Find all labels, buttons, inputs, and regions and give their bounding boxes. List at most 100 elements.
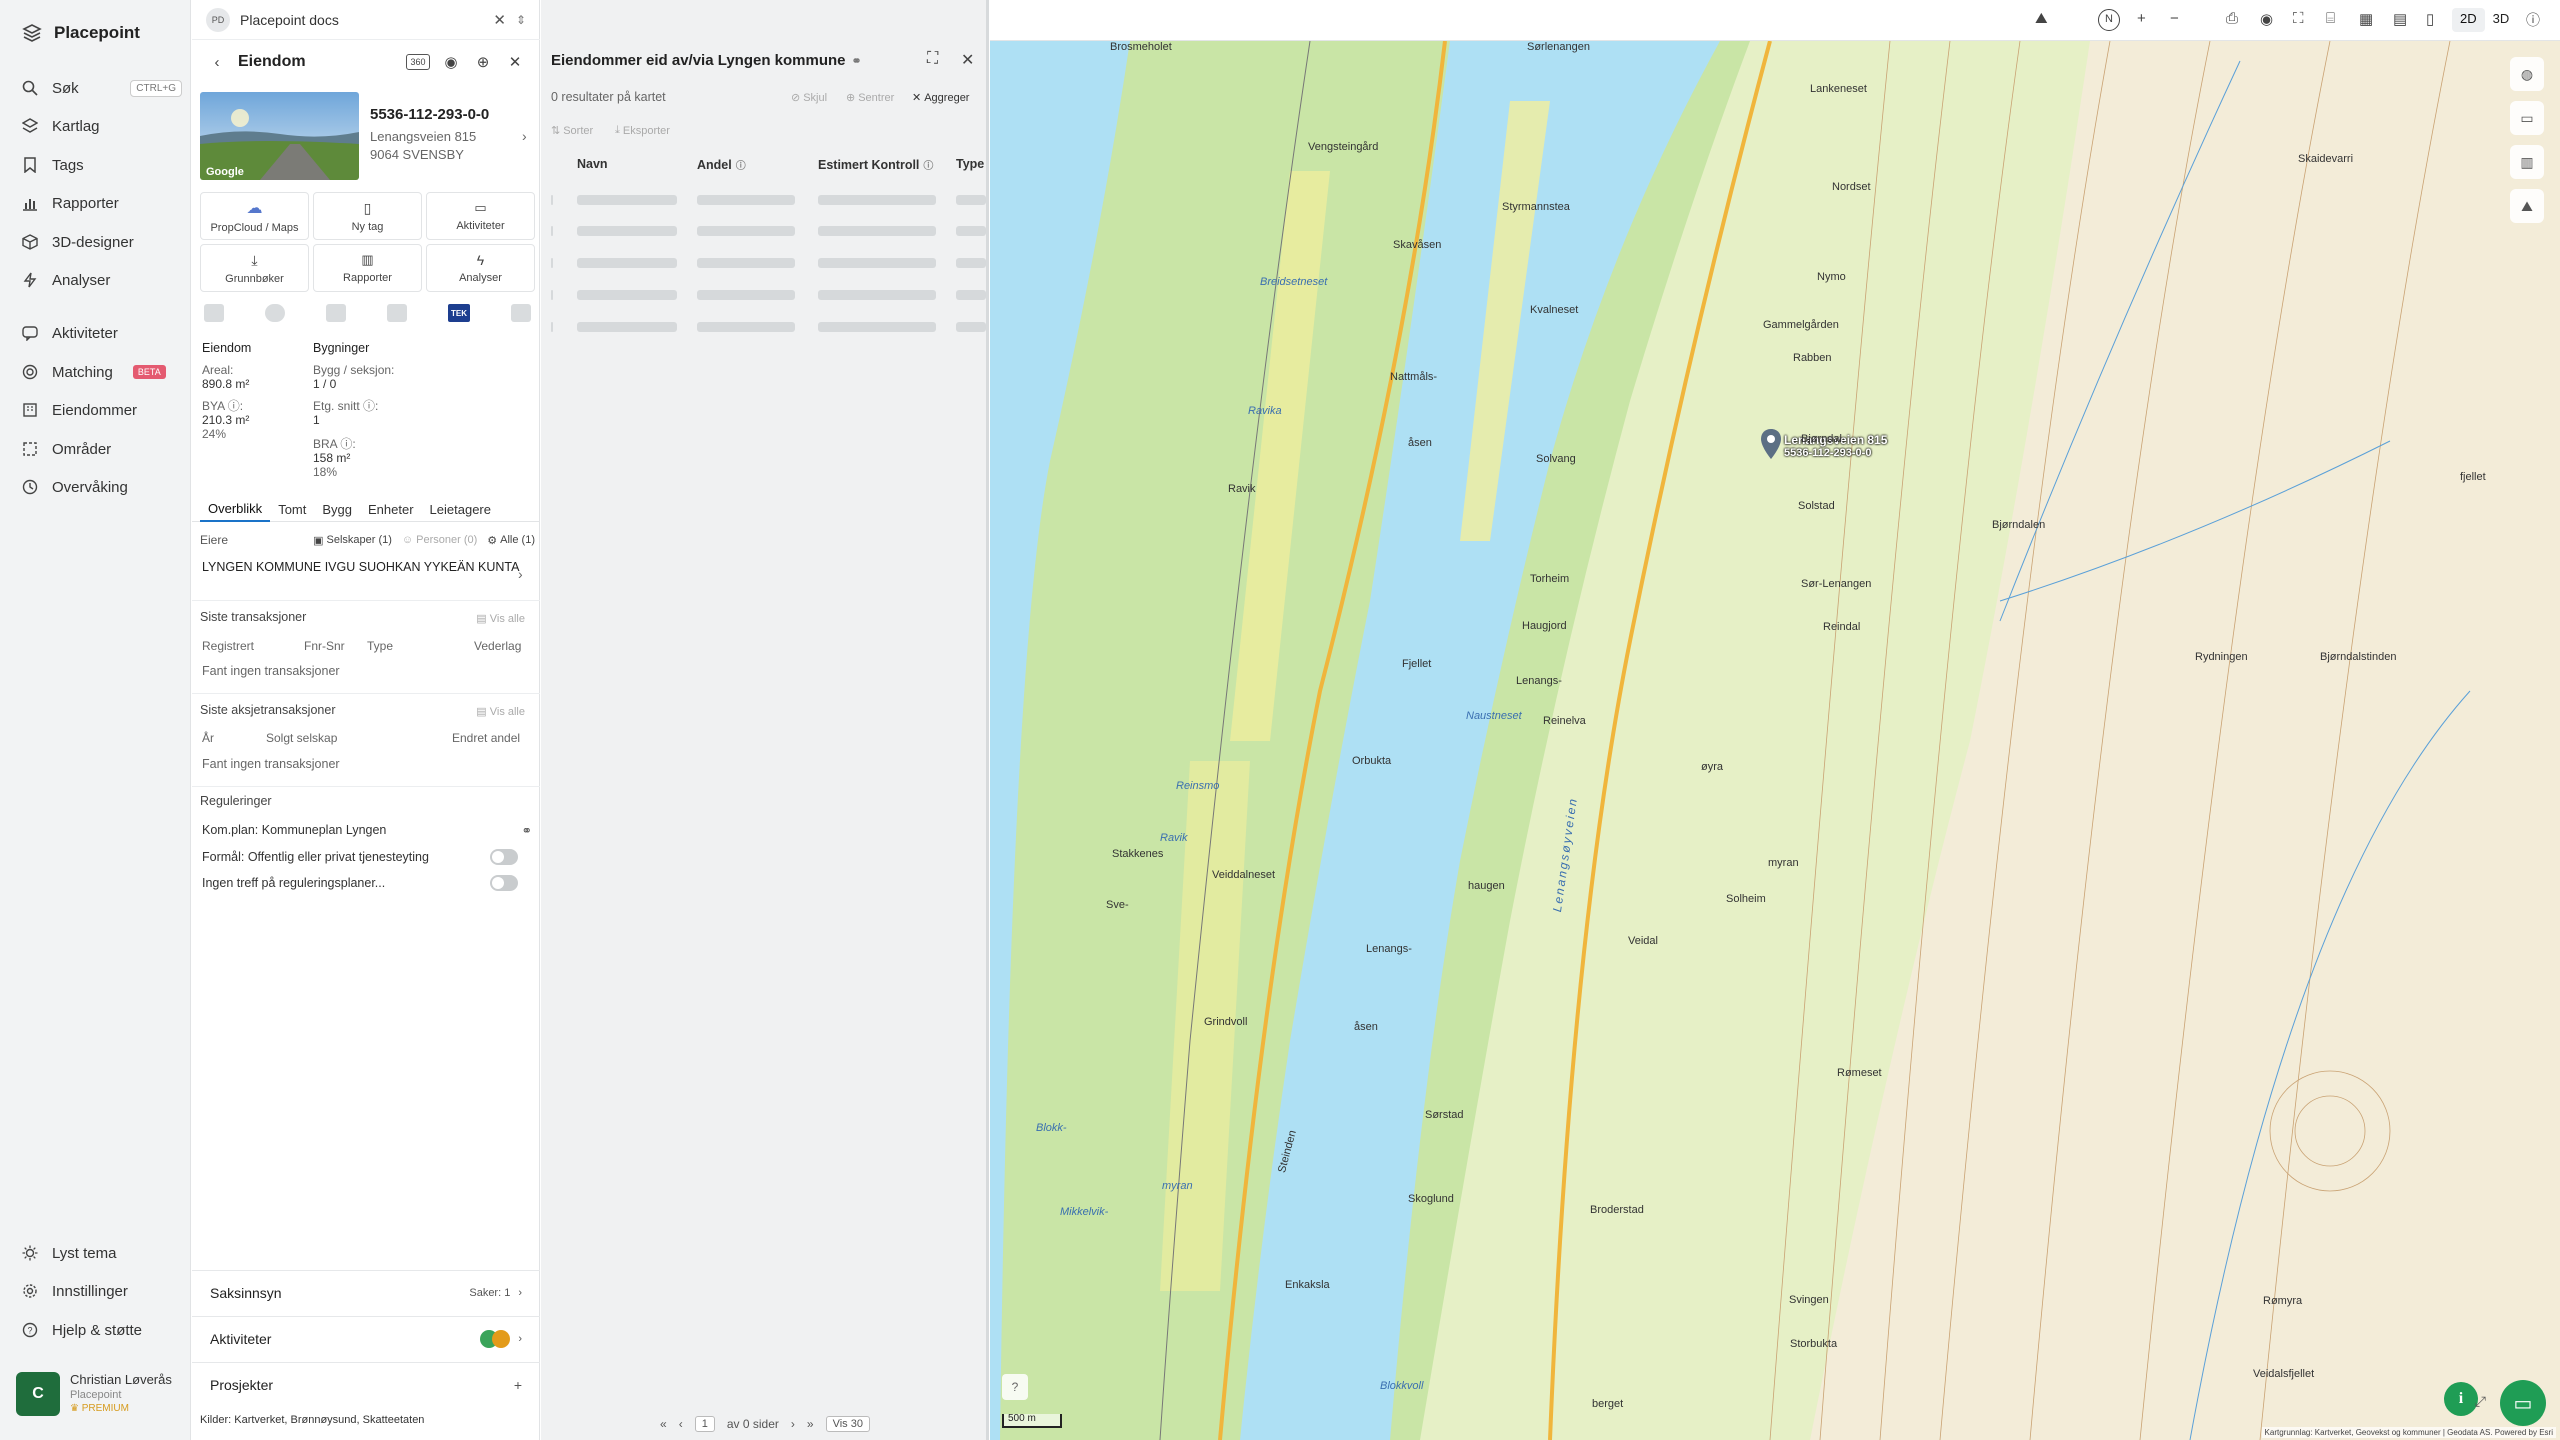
chart-button[interactable]: ▥ — [2510, 145, 2544, 179]
help-button[interactable]: ? — [1002, 1374, 1028, 1400]
eye-icon[interactable]: ◉ — [440, 51, 462, 73]
close-icon[interactable]: ✕ — [961, 50, 974, 70]
regulation-row[interactable]: Kom.plan: Kommuneplan Lyngen ⚭ — [202, 820, 532, 840]
expand-icon[interactable]: ⤢ — [2475, 1393, 2486, 1410]
per-page-select[interactable]: Vis 30 — [825, 1416, 870, 1432]
close-icon[interactable]: ✕ — [493, 11, 506, 29]
tab-enheter[interactable]: Enheter — [360, 496, 422, 522]
nav-kartlag[interactable]: Kartlag — [22, 112, 182, 140]
close-icon[interactable]: ✕ — [504, 51, 526, 73]
info-button[interactable]: i — [2444, 1382, 2478, 1416]
propcloud-button[interactable]: ☁ PropCloud / Maps — [200, 192, 309, 240]
stairs-icon[interactable] — [387, 304, 407, 322]
tree-icon[interactable] — [326, 304, 346, 322]
prev-page-icon[interactable]: ‹ — [679, 1417, 683, 1431]
drone-icon[interactable]: ⛰ — [2035, 10, 2048, 27]
link-icon[interactable]: ⚭ — [522, 823, 532, 838]
source-bronnoysund[interactable]: Brønnøysund, — [291, 1414, 360, 1426]
back-icon[interactable]: ‹ — [206, 51, 228, 73]
aktiviteter-section[interactable]: Aktiviteter › — [192, 1316, 540, 1360]
add-icon[interactable]: ⊕ — [472, 51, 494, 73]
chip-companies[interactable]: ▣ Selskaper (1) — [313, 534, 392, 547]
grunnboker-button[interactable]: ⤓ Grunnbøker — [200, 244, 309, 292]
prosjekter-section[interactable]: Prosjekter + — [192, 1362, 540, 1406]
map-canvas[interactable]: Lenangsveien 815 5536-112-293-0-0 Sørlen… — [990, 41, 2560, 1440]
source-skatteetaten[interactable]: Skatteetaten — [363, 1414, 425, 1426]
analyses-button[interactable]: ϟ Analyser — [426, 244, 535, 292]
col-andel[interactable]: Andel ⓘ — [697, 157, 746, 173]
street-view-photo[interactable]: Google — [200, 92, 359, 180]
print-icon[interactable]: ⎙ — [2226, 10, 2238, 27]
col-type[interactable]: Type — [956, 157, 984, 171]
new-tag-button[interactable]: ▯ Ny tag — [313, 192, 422, 240]
saksinnsyn-section[interactable]: Saksinnsyn Saker: 1 › — [192, 1270, 540, 1314]
nav-omrader[interactable]: Områder — [22, 435, 182, 463]
hide-button[interactable]: ⊘ Skjul — [791, 91, 827, 105]
tab-leietagere[interactable]: Leietagere — [422, 496, 499, 522]
info-icon[interactable]: ⓘ — [923, 157, 933, 172]
plus-icon[interactable]: + — [514, 1377, 522, 1393]
measure-button[interactable]: ▭ — [2510, 101, 2544, 135]
fullscreen-icon[interactable]: ⛶ — [2293, 10, 2304, 27]
col-estimert-kontroll[interactable]: Estimert Kontroll ⓘ — [818, 157, 933, 173]
next-page-icon[interactable]: › — [791, 1417, 795, 1431]
north-compass[interactable]: N — [2098, 9, 2120, 31]
nav-eiendommer[interactable]: Eiendommer — [22, 396, 182, 424]
terrain-button[interactable]: ⛰ — [2510, 189, 2544, 223]
user-profile[interactable]: C Christian Løverås Placepoint ♛ PREMIUM — [16, 1372, 182, 1422]
first-page-icon[interactable]: « — [660, 1417, 667, 1431]
sort-button[interactable]: ⇅ Sorter — [551, 124, 593, 138]
tek-badge[interactable]: TEK — [448, 304, 470, 322]
nav-hjelp[interactable]: ? Hjelp & støtte — [22, 1316, 182, 1344]
col-navn[interactable]: Navn — [577, 157, 608, 171]
grid-icon[interactable]: ▦ — [2359, 10, 2373, 28]
chevron-right-icon[interactable]: › — [518, 566, 523, 582]
globe-icon[interactable] — [265, 304, 285, 322]
page-input[interactable]: 1 — [694, 1416, 715, 1432]
tab-tomt[interactable]: Tomt — [270, 496, 314, 522]
vis-alle-link[interactable]: ▤ Vis alle — [476, 612, 525, 625]
source-icon[interactable] — [204, 304, 224, 322]
chip-all[interactable]: ⚙ Alle (1) — [487, 534, 535, 547]
nav-3d-designer[interactable]: 3D-designer — [22, 228, 182, 256]
owner-name[interactable]: LYNGEN KOMMUNE IVGU SUOHKAN YYKEÄN KUNTA — [202, 560, 520, 575]
chip-persons[interactable]: ☺ Personer (0) — [402, 534, 477, 546]
reports-button[interactable]: ▥ Rapporter — [313, 244, 422, 292]
link-icon[interactable]: ⚭ — [852, 54, 862, 68]
nav-aktiviteter[interactable]: Aktiviteter — [22, 319, 182, 347]
property-address[interactable]: Lenangsveien 815 9064 SVENSBY — [370, 128, 476, 164]
table-icon[interactable]: ▤ — [2393, 10, 2407, 28]
location-pin-icon[interactable] — [1761, 429, 1781, 459]
vis-alle-link[interactable]: ▤ Vis alle — [476, 705, 525, 718]
tab-overblikk[interactable]: Overblikk — [200, 496, 271, 522]
nav-analyser[interactable]: Analyser — [22, 266, 182, 294]
fullscreen-icon[interactable]: ⛶ — [927, 50, 938, 68]
nav-overvaking[interactable]: Overvåking — [22, 473, 182, 501]
tab-bygg[interactable]: Bygg — [314, 496, 360, 522]
source-kartverket[interactable]: Kartverket, — [234, 1414, 287, 1426]
activities-button[interactable]: ▭ Aktiviteter — [426, 192, 535, 240]
nav-matching[interactable]: Matching BETA — [22, 358, 182, 386]
bookmark-icon[interactable]: ▯ — [2426, 10, 2434, 28]
nav-search[interactable]: Søk CTRL+G — [22, 74, 182, 102]
aggregate-button[interactable]: ✕ Aggreger — [912, 91, 969, 105]
brand[interactable]: Placepoint — [22, 18, 140, 48]
nav-innstillinger[interactable]: Innstillinger — [22, 1277, 182, 1305]
regulation-toggle[interactable] — [490, 849, 518, 865]
center-button[interactable]: ⊕ Sentrer — [846, 91, 894, 105]
docs-title[interactable]: Placepoint docs — [240, 12, 483, 28]
nav-lyst-tema[interactable]: Lyst tema — [22, 1239, 182, 1267]
nav-rapporter[interactable]: Rapporter — [22, 189, 182, 217]
mode-2d-button[interactable]: 2D — [2452, 8, 2485, 32]
last-page-icon[interactable]: » — [807, 1417, 814, 1431]
chevron-right-icon[interactable]: › — [522, 128, 527, 144]
view-360-icon[interactable]: 360 — [406, 54, 430, 70]
map-layers-button[interactable]: ◍ — [2510, 57, 2544, 91]
export-button[interactable]: ⤓ Eksporter — [615, 124, 670, 137]
zoom-in-icon[interactable]: + — [2137, 10, 2146, 27]
chat-button[interactable]: ▭ — [2500, 1380, 2546, 1426]
mode-3d-button[interactable]: 3D — [2485, 8, 2518, 32]
regulation-toggle[interactable] — [490, 875, 518, 891]
info-icon[interactable]: ⓘ — [2526, 10, 2540, 30]
expand-icon[interactable]: ⇕ — [516, 13, 526, 27]
